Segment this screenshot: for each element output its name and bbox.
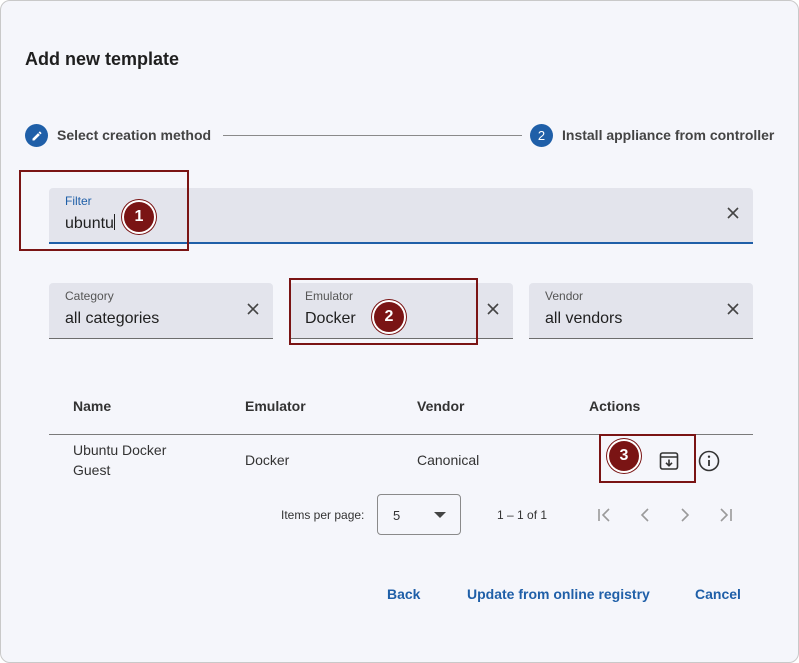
vendor-label: Vendor bbox=[545, 289, 584, 303]
step-2-label[interactable]: Install appliance from controller bbox=[562, 127, 774, 143]
vendor-clear-button[interactable] bbox=[725, 303, 741, 319]
category-label: Category bbox=[65, 289, 114, 303]
chevron-left-icon bbox=[640, 508, 649, 522]
cancel-button[interactable]: Cancel bbox=[695, 586, 741, 602]
annotation-badge-3: 3 bbox=[609, 441, 639, 471]
page-range-label: 1 – 1 of 1 bbox=[497, 508, 548, 522]
close-icon bbox=[727, 207, 739, 219]
first-page-button[interactable] bbox=[594, 504, 616, 526]
step-1-pencil-icon[interactable] bbox=[25, 124, 48, 147]
previous-page-button[interactable] bbox=[634, 504, 656, 526]
page-size-select[interactable]: 5 bbox=[377, 494, 461, 535]
add-template-dialog: Add new template Select creation method … bbox=[0, 0, 799, 663]
back-button[interactable]: Back bbox=[387, 586, 420, 602]
items-per-page-label: Items per page: bbox=[281, 508, 365, 522]
column-header-vendor: Vendor bbox=[417, 398, 465, 414]
category-clear-button[interactable] bbox=[245, 303, 261, 319]
last-page-icon bbox=[720, 508, 732, 522]
column-header-name: Name bbox=[73, 398, 112, 414]
chevron-right-icon bbox=[681, 508, 690, 522]
page-size-value: 5 bbox=[393, 508, 401, 523]
next-page-button[interactable] bbox=[674, 504, 696, 526]
step-1-label[interactable]: Select creation method bbox=[57, 127, 211, 143]
last-page-button[interactable] bbox=[714, 504, 736, 526]
column-header-actions: Actions bbox=[589, 398, 641, 414]
step-2-number[interactable]: 2 bbox=[530, 124, 553, 147]
column-header-emulator: Emulator bbox=[245, 398, 306, 414]
filter-clear-button[interactable] bbox=[725, 207, 741, 223]
close-icon bbox=[727, 303, 739, 315]
cell-vendor: Canonical bbox=[417, 452, 480, 468]
first-page-icon bbox=[598, 508, 610, 522]
vendor-field[interactable]: Vendor all vendors bbox=[529, 283, 753, 339]
vendor-value[interactable]: all vendors bbox=[545, 310, 622, 328]
dropdown-arrow-icon bbox=[434, 512, 446, 518]
close-icon bbox=[247, 303, 259, 315]
category-field[interactable]: Category all categories bbox=[49, 283, 273, 339]
annotation-badge-1: 1 bbox=[124, 202, 154, 232]
cell-name-line-1: Ubuntu Docker bbox=[73, 442, 167, 458]
info-button[interactable] bbox=[697, 449, 721, 473]
update-registry-button[interactable]: Update from online registry bbox=[467, 586, 650, 602]
cell-name: Ubuntu Docker Guest bbox=[73, 440, 166, 480]
annotation-box-1 bbox=[19, 170, 189, 251]
annotation-badge-2: 2 bbox=[374, 302, 404, 332]
dialog-title: Add new template bbox=[25, 49, 180, 69]
info-icon bbox=[698, 450, 720, 472]
category-value[interactable]: all categories bbox=[65, 310, 159, 328]
emulator-clear-button[interactable] bbox=[485, 303, 501, 319]
cell-name-line-2: Guest bbox=[73, 462, 111, 478]
close-icon bbox=[487, 303, 499, 315]
cell-emulator: Docker bbox=[245, 452, 290, 468]
stepper-connector bbox=[223, 135, 522, 136]
pencil-icon bbox=[32, 130, 41, 140]
